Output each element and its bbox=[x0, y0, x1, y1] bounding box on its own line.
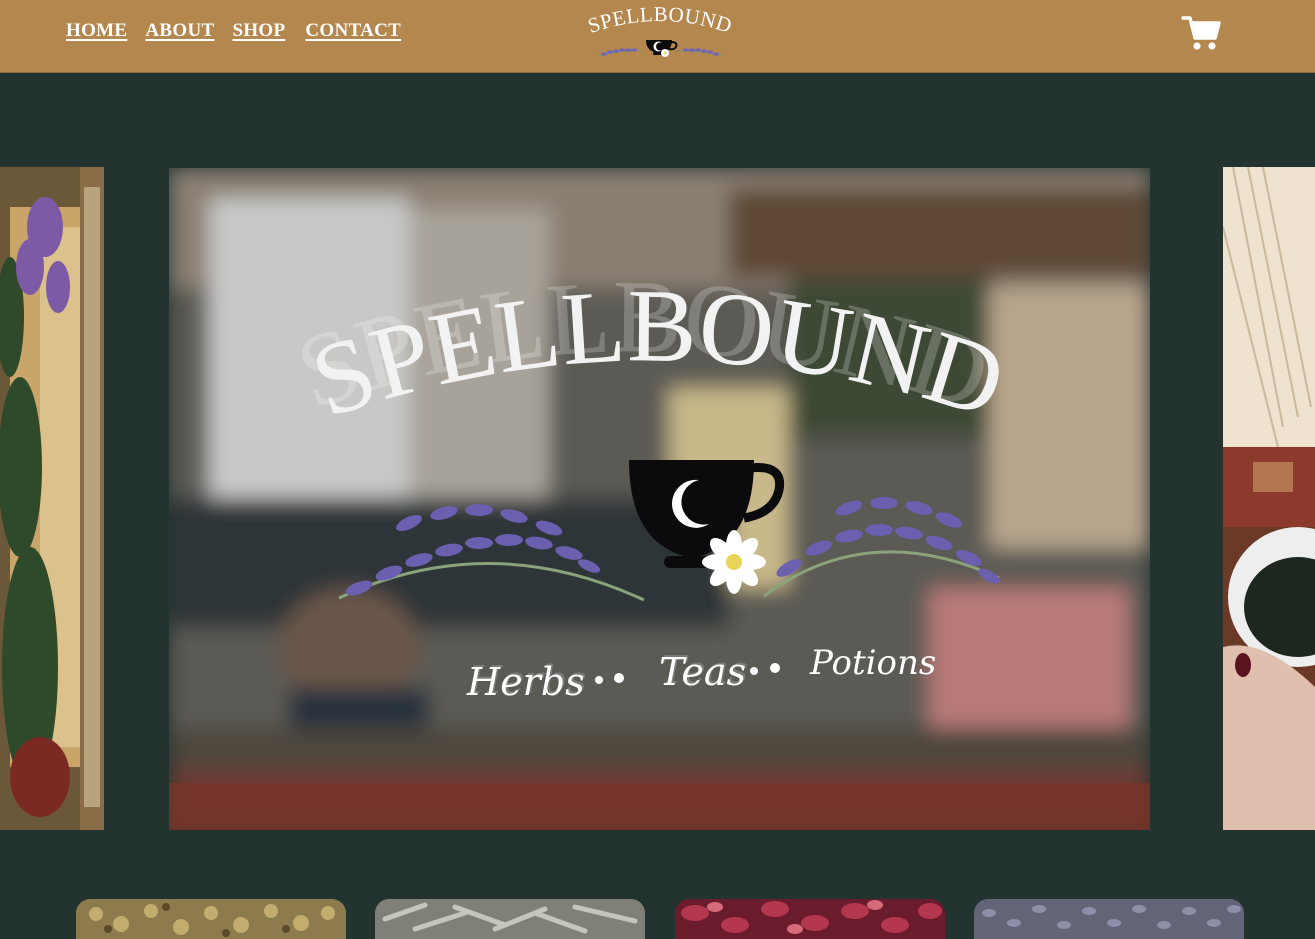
main-nav: HOME ABOUT SHOP CONTACT bbox=[66, 20, 401, 42]
lavender-buds-image bbox=[974, 899, 1244, 939]
tagline-teas: Teas bbox=[659, 650, 746, 694]
tagline-herbs: Herbs bbox=[466, 660, 585, 704]
site-header: HOME ABOUT SHOP CONTACT SPELLBOUND bbox=[0, 0, 1315, 73]
nav-shop-link[interactable]: SHOP bbox=[232, 20, 285, 42]
rose-petals-image bbox=[675, 899, 945, 939]
shop-window-hero-image: SPELLBOUND SPELLBOUND Herbs Herbs Teas T… bbox=[169, 168, 1150, 830]
product-thumb-chamomile[interactable] bbox=[76, 899, 346, 939]
product-thumb-lavender[interactable] bbox=[974, 899, 1244, 939]
product-thumb-white-tea[interactable] bbox=[375, 899, 645, 939]
cart-icon[interactable] bbox=[1181, 14, 1221, 52]
logo-wordmark: SPELLBOUND bbox=[588, 6, 732, 38]
book-and-tea-image bbox=[1223, 167, 1315, 830]
nav-about-link[interactable]: ABOUT bbox=[145, 20, 214, 42]
carousel-slide-next[interactable] bbox=[1223, 167, 1315, 830]
chamomile-buds-image bbox=[76, 899, 346, 939]
carousel-slide-prev[interactable] bbox=[0, 167, 104, 830]
daisy-icon bbox=[702, 530, 766, 594]
carousel-slide-current[interactable]: SPELLBOUND SPELLBOUND Herbs Herbs Teas T… bbox=[169, 168, 1150, 830]
storefront-plants-image bbox=[0, 167, 104, 830]
svg-text:SPELLBOUND: SPELLBOUND bbox=[588, 6, 732, 38]
tagline-potions: Potions bbox=[809, 643, 936, 683]
nav-home-link[interactable]: HOME bbox=[66, 20, 127, 42]
product-thumb-rose-petals[interactable] bbox=[675, 899, 945, 939]
white-tea-image bbox=[375, 899, 645, 939]
nav-contact-link[interactable]: CONTACT bbox=[305, 20, 401, 42]
spellbound-logo[interactable]: SPELLBOUND bbox=[588, 6, 732, 62]
